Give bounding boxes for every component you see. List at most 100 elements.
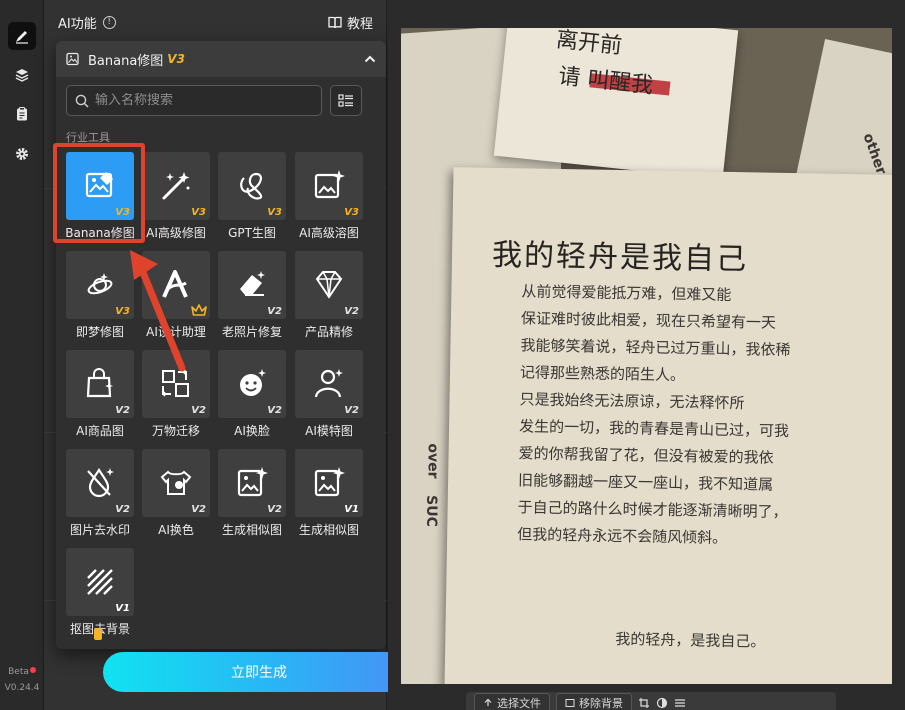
card-title: 离开前 xyxy=(554,28,624,60)
card-subtitle: 请 叫醒我 xyxy=(557,63,655,99)
letter-signature: 我的轻舟，是我自己。 xyxy=(615,630,766,651)
version-badge: V2 xyxy=(267,306,282,317)
coin-icon xyxy=(94,628,102,640)
generate-button[interactable]: 立即生成 xyxy=(103,652,415,692)
crop-icon[interactable] xyxy=(638,697,650,709)
magic-wand-icon xyxy=(162,172,190,200)
image-sparkle-icon xyxy=(314,170,345,199)
version-badge: V2 xyxy=(267,504,282,515)
tool-tile[interactable]: V2 xyxy=(295,251,363,319)
book-icon xyxy=(328,16,342,28)
layers-icon xyxy=(15,69,29,82)
book-card: 离开前 请 叫醒我 xyxy=(493,28,739,180)
rail-layers-button[interactable] xyxy=(8,61,36,89)
tool-label: AI商品图 xyxy=(76,424,124,438)
remove-bg-label: 移除背景 xyxy=(579,697,623,710)
rail-settings-button[interactable] xyxy=(8,140,36,168)
remove-bg-button[interactable]: 移除背景 xyxy=(556,693,632,710)
tool-item[interactable]: V3 GPT生图 xyxy=(218,152,294,248)
letter-body: 从前觉得爱能抵万难，但难又能 保证难时彼此相爱，现在只希望有一天 我能够笑着说，轻舟… xyxy=(517,278,862,554)
tool-label: GPT生图 xyxy=(228,226,276,240)
tool-label: 生成相似图 xyxy=(221,523,282,537)
similar-image-icon xyxy=(237,467,268,497)
tool-label: 老照片修复 xyxy=(221,325,282,339)
tool-label: 产品精修 xyxy=(304,325,353,339)
panel-header: AI功能 ! 教程 xyxy=(44,0,387,44)
tool-item[interactable]: V2 AI换脸 xyxy=(218,350,294,446)
tool-item[interactable]: V2 老照片修复 xyxy=(218,251,294,347)
letter-title: 我的轻舟是我自己 xyxy=(491,237,749,278)
tool-item[interactable]: V1抠图去背景 xyxy=(66,548,142,644)
canvas-area: over SUC other 离开前 请 叫醒我 我的轻舟是我自己 从前觉得爱能… xyxy=(388,0,905,710)
beta-dot xyxy=(29,667,36,673)
view-toggle-button[interactable] xyxy=(330,85,362,116)
canvas-toolbar: 选择文件 移除背景 xyxy=(466,692,836,710)
search-input[interactable] xyxy=(95,93,305,108)
gear-icon xyxy=(16,148,28,160)
eraser-icon xyxy=(240,271,265,296)
info-icon[interactable]: ! xyxy=(102,15,116,29)
chevron-up-icon xyxy=(364,55,376,63)
tool-item[interactable]: V2 生成相似图 xyxy=(218,449,294,545)
tool-tile[interactable]: V2 xyxy=(142,449,210,517)
tool-label: AI换色 xyxy=(158,523,194,537)
search-icon xyxy=(75,94,89,108)
contrast-icon[interactable] xyxy=(656,697,668,709)
tool-item[interactable]: V2 AI模特图 xyxy=(295,350,371,446)
model-icon xyxy=(314,369,343,398)
newspaper-text: over xyxy=(424,443,441,479)
tool-tile[interactable]: V1 xyxy=(66,548,134,616)
tool-item[interactable]: V2 AI换色 xyxy=(142,449,218,545)
similar-image-icon xyxy=(314,467,345,497)
selected-tool-name: Banana修图 xyxy=(88,53,164,69)
rail-brush-button[interactable] xyxy=(8,22,36,50)
version-badge: V2 xyxy=(344,405,359,416)
tool-item[interactable]: V3 AI高级修图 xyxy=(142,152,218,248)
tool-tile[interactable]: V3 xyxy=(142,152,210,220)
tool-label: AI模特图 xyxy=(305,424,353,438)
knot-icon xyxy=(240,172,263,200)
dream-icon xyxy=(87,273,113,295)
version-badge: V2 xyxy=(267,405,282,416)
image-edit-icon xyxy=(66,52,79,66)
tool-label: AI换脸 xyxy=(234,424,270,438)
no-watermark-icon xyxy=(87,468,114,498)
clipboard-icon xyxy=(17,107,27,121)
rail-clipboard-button[interactable] xyxy=(8,100,36,128)
adjust-icon[interactable] xyxy=(674,697,686,709)
tshirt-icon xyxy=(160,470,192,495)
tutorial-label: 教程 xyxy=(346,16,373,32)
version-badge: V2 xyxy=(191,504,206,515)
dropdown-toggle[interactable]: Banana修图 V3 xyxy=(56,41,386,77)
tool-tile[interactable]: V2 xyxy=(295,350,363,418)
letter-line: 但我的轻舟永远不会随风倾斜。 xyxy=(517,525,728,547)
tool-item[interactable]: V1 生成相似图 xyxy=(295,449,371,545)
version-badge: V2 xyxy=(115,405,130,416)
version-badge: V3 xyxy=(267,207,282,218)
annotation-arrow-icon xyxy=(130,250,186,372)
tool-tile[interactable]: V3 xyxy=(295,152,363,220)
shopping-bag-icon xyxy=(86,368,113,398)
diamond-icon xyxy=(315,271,343,299)
tool-item[interactable]: V2 图片去水印 xyxy=(66,449,142,545)
tool-tile[interactable]: V2 xyxy=(218,251,286,319)
tool-item[interactable]: V2 产品精修 xyxy=(295,251,371,347)
tool-tile[interactable]: V2 xyxy=(218,350,286,418)
preview-image[interactable]: over SUC other 离开前 请 叫醒我 我的轻舟是我自己 从前觉得爱能… xyxy=(401,28,892,684)
brush-icon xyxy=(16,31,28,44)
select-file-button[interactable]: 选择文件 xyxy=(474,693,550,710)
tool-tile[interactable]: V2 xyxy=(66,449,134,517)
face-icon xyxy=(240,369,266,396)
tool-item[interactable]: V3 AI高级溶图 xyxy=(295,152,371,248)
tutorial-link[interactable]: 教程 xyxy=(328,13,373,32)
tool-tile[interactable]: V2 xyxy=(218,449,286,517)
version-badge: V2 xyxy=(191,405,206,416)
tool-label: 图片去水印 xyxy=(69,523,130,537)
tool-tile[interactable]: V3 xyxy=(218,152,286,220)
tool-dropdown: Banana修图 V3 行业工具 V3Banana修图V3AI高级修图V3GPT… xyxy=(56,41,386,649)
version-badge: V1 xyxy=(115,603,130,614)
selection-highlight xyxy=(53,143,145,243)
version-label: V0.24.4 xyxy=(4,683,40,693)
tool-tile[interactable]: V1 xyxy=(295,449,363,517)
tool-search xyxy=(66,85,322,116)
